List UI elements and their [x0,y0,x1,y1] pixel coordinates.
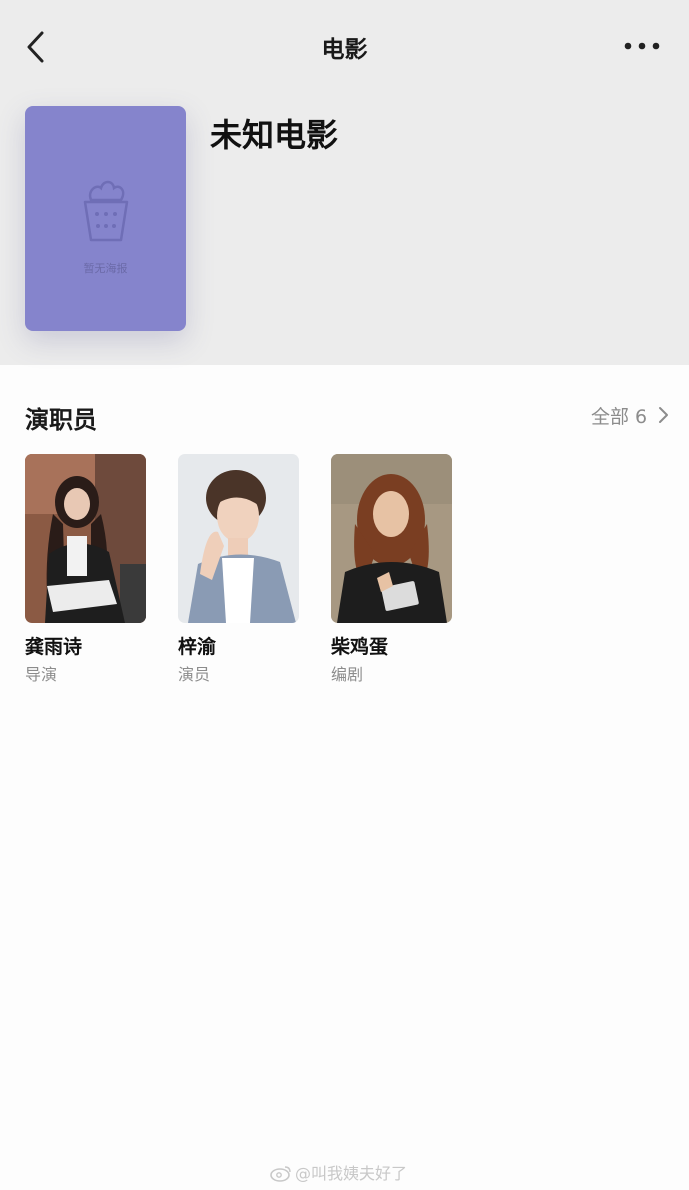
cast-role: 编剧 [331,665,364,684]
movie-header: 电影 暂无海报 未知电影 [0,0,689,365]
watermark-text: @叫我姨夫好了 [295,1164,408,1183]
weibo-logo-icon [270,1166,291,1182]
movie-poster-placeholder: 暂无海报 [25,106,186,331]
popcorn-icon [83,180,129,242]
movie-detail-page: 电影 暂无海报 未知电影 演职员 全部 6 龚雨诗 导演 梓渝 演员 柴鸡蛋 编… [0,0,689,1190]
cast-member-card[interactable]: 梓渝 演员 [178,454,300,685]
page-title: 电影 [321,37,368,63]
cast-section-title: 演职员 [25,406,97,434]
movie-title: 未知电影 [210,116,339,154]
cast-member-card[interactable]: 柴鸡蛋 编剧 [331,454,453,685]
cast-name: 龚雨诗 [25,636,83,658]
cast-role: 演员 [178,665,211,684]
cast-photo-director [25,454,146,623]
see-all-cast-link[interactable]: 全部 6 [591,402,668,428]
watermark: @叫我姨夫好了 [270,1160,407,1184]
poster-placeholder-text: 暂无海报 [83,262,128,275]
more-dots-icon[interactable] [622,36,662,56]
cast-role: 导演 [25,665,58,684]
see-all-label: 全部 6 [591,406,648,428]
chevron-right-icon [659,407,668,423]
cast-photo-actor [178,454,299,623]
cast-name: 梓渝 [178,636,217,658]
cast-photo-writer [331,454,452,623]
cast-member-card[interactable]: 龚雨诗 导演 [25,454,147,685]
cast-name: 柴鸡蛋 [331,636,389,658]
